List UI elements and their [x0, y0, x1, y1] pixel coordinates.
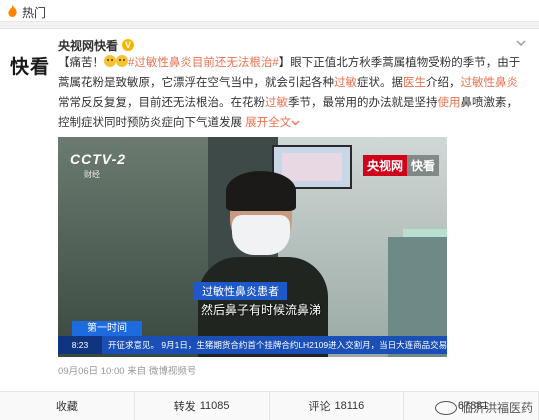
- post-timestamp[interactable]: 09月06日 10:00: [58, 366, 125, 377]
- post-text-4: 常常反反复复，目前还无法根治。在花粉: [58, 97, 265, 109]
- expand-full-text-link[interactable]: 展开全文: [245, 117, 291, 129]
- post-prefix: 【痛苦！: [58, 57, 104, 69]
- video-person: [198, 171, 328, 357]
- weibo-post-card: 快看 央视网快看 V 【痛苦！ #过敏性鼻炎目前还无法根治#】眼下正值北方秋季蒿属…: [0, 28, 539, 391]
- repost-count: 11085: [199, 400, 230, 412]
- subtitle-label: 过敏性鼻炎患者: [194, 282, 287, 300]
- post-text-3: 介绍，: [426, 77, 461, 89]
- crying-face-icon: [104, 55, 116, 67]
- avatar[interactable]: 快看: [8, 43, 52, 87]
- post-source: 来自 微博视频号: [127, 366, 197, 377]
- chevron-down-icon[interactable]: [291, 118, 300, 127]
- comment-count: 18116: [334, 400, 365, 412]
- hashtag-link[interactable]: #过敏性鼻炎目前还无法根治#: [128, 57, 279, 69]
- cctv-logo: CCTV-2: [70, 151, 127, 167]
- author-row: 央视网快看 V: [58, 37, 135, 54]
- sad-face-icon: [116, 55, 128, 67]
- hot-bar: 热门: [0, 0, 539, 22]
- ticker-text: 开征求意见。 9月1日，生猪期货合约首个挂牌合约LH2109进入交割月，当日大连…: [108, 340, 447, 350]
- favorite-label: 收藏: [55, 401, 78, 413]
- verified-badge-icon: V: [122, 39, 135, 51]
- repost-button[interactable]: 转发 11085: [135, 392, 270, 420]
- brand-watermark: 央视网 快看: [362, 155, 439, 176]
- post-meta: 09月06日 10:00 来自 微博视频号: [58, 363, 196, 377]
- video-player[interactable]: CCTV-2 财经 央视网 快看 过敏性鼻炎患者 然后鼻子有时候流鼻涕 第一时间…: [58, 137, 447, 357]
- keyword-use[interactable]: 使用: [438, 97, 461, 109]
- favorite-button[interactable]: 收藏: [0, 392, 135, 420]
- hot-label: 热门: [22, 6, 47, 20]
- flame-icon: [8, 5, 17, 17]
- brand-kuaikan: 快看: [406, 155, 439, 176]
- program-tag: 第一时间: [72, 321, 142, 336]
- action-bar: 收藏 转发 11085 评论 18116 67881 临沂洪福医药: [0, 391, 539, 420]
- cctv-channel-sub: 财经: [84, 170, 100, 179]
- brand-cctvnet: 央视网: [362, 155, 407, 176]
- watermark-text: 临沂洪福医药: [460, 401, 533, 415]
- wechat-logo-icon: [434, 400, 457, 415]
- post-text: 【痛苦！ #过敏性鼻炎目前还无法根治#】眼下正值北方秋季蒿属植物受粉的季节，由于蒿…: [58, 53, 528, 133]
- subtitle-text: 然后鼻子有时候流鼻涕: [201, 303, 322, 317]
- comment-label: 评论: [308, 401, 331, 413]
- ticker-time: 8:23: [58, 336, 102, 354]
- post-text-2: 症状。据: [357, 77, 403, 89]
- watermark: 临沂洪福医药: [434, 399, 533, 416]
- repost-label: 转发: [173, 401, 196, 413]
- keyword-doctor[interactable]: 医生: [403, 77, 426, 89]
- comment-button[interactable]: 评论 18116: [270, 392, 405, 420]
- chevron-down-icon[interactable]: [515, 37, 527, 49]
- keyword-allergy-2[interactable]: 过敏: [265, 97, 288, 109]
- post-text-5: 季节，最常用的办法就是坚持: [288, 97, 438, 109]
- keyword-rhinitis[interactable]: 过敏性鼻炎: [461, 77, 519, 89]
- author-name[interactable]: 央视网快看: [58, 37, 118, 54]
- news-ticker: 8:23 开征求意见。 9月1日，生猪期货合约首个挂牌合约LH2109进入交割月，…: [58, 336, 447, 354]
- keyword-allergy[interactable]: 过敏: [334, 77, 357, 89]
